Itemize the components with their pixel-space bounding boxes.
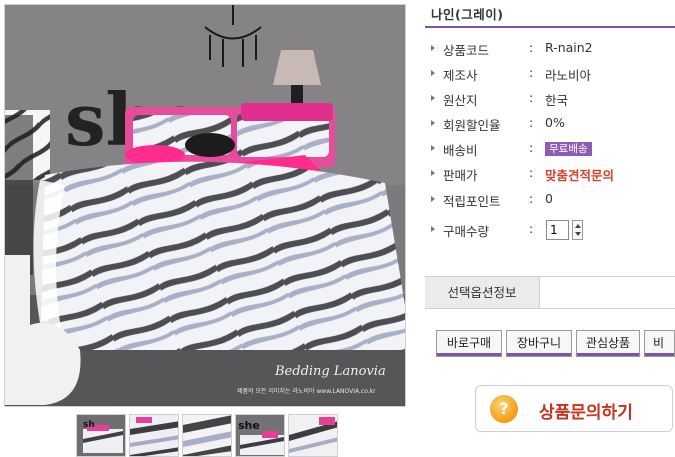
thumbnail-2[interactable] (129, 414, 179, 457)
bullet-icon (431, 196, 435, 202)
thumbnail-4[interactable]: she (235, 414, 285, 457)
info-row-product-code: 상품코드 : R-nain2 (431, 40, 675, 60)
info-value-member-discount: 0% (545, 115, 565, 130)
info-row-origin: 원산지 : 한국 (431, 90, 675, 110)
watermark-text: 제품의 모든 이미지는 라노비아 www.LANOVIA.co.kr (237, 387, 376, 395)
info-label: 구매수량 (443, 224, 490, 239)
thumbnail-5[interactable] (288, 414, 338, 457)
bullet-icon (431, 95, 435, 101)
info-colon: : (529, 191, 534, 206)
watermark-brand: Bedding Lanovia (274, 364, 386, 379)
svg-text:sh: sh (83, 420, 95, 430)
info-row-quantity: 구매수량 : 1 (431, 220, 675, 241)
wishlist-button[interactable]: 관심상품 (576, 330, 640, 357)
bullet-icon (431, 120, 435, 126)
free-shipping-badge: 무료배송 (545, 142, 592, 156)
arrow-down-icon[interactable] (575, 232, 581, 236)
info-value-manufacturer: 라노비아 (545, 68, 592, 83)
info-row-points: 적립포인트 : 0 (431, 191, 675, 211)
thumbnail-1[interactable]: sh (76, 414, 126, 457)
info-colon: : (529, 221, 534, 236)
info-value-origin: 한국 (545, 93, 569, 108)
product-inquiry-button[interactable]: ? 상품문의하기 (475, 385, 673, 432)
bullet-icon (431, 226, 435, 232)
shipping-value: 무료배송 (545, 140, 592, 156)
info-colon: : (529, 65, 534, 80)
thumbnail-3[interactable] (182, 414, 232, 457)
product-inquiry-label: 상품문의하기 (539, 403, 633, 423)
info-colon: : (529, 165, 534, 180)
quantity-stepper[interactable] (572, 220, 583, 240)
info-colon: : (529, 115, 534, 130)
info-label: 회원할인율 (443, 118, 501, 133)
buy-now-button[interactable]: 바로구매 (436, 330, 502, 357)
question-icon: ? (490, 395, 518, 423)
info-colon: : (529, 40, 534, 55)
info-label: 판매가 (443, 168, 478, 183)
add-to-cart-button[interactable]: 장바구니 (506, 330, 572, 357)
product-title: 나인(그레이) (431, 7, 504, 22)
info-row-price: 판매가 : 맞춤견적문의 (431, 165, 675, 185)
quantity-input[interactable]: 1 (546, 220, 569, 240)
info-colon: : (529, 140, 534, 155)
option-tabs: 선택옵션정보 (425, 276, 675, 309)
svg-text:she: she (238, 419, 260, 432)
info-colon: : (529, 90, 534, 105)
arrow-up-icon[interactable] (575, 224, 581, 228)
info-value-points: 0 (545, 191, 553, 206)
info-label: 원산지 (443, 93, 478, 108)
compare-button[interactable]: 비교 (644, 330, 675, 357)
info-label: 제조사 (443, 68, 478, 83)
product-main-image: she Bedding Lanovia 제품의 모든 이미지는 라노비아 www… (4, 4, 406, 407)
info-row-member-discount: 회원할인율 : 0% (431, 115, 675, 135)
bullet-icon (431, 170, 435, 176)
info-label: 상품코드 (443, 43, 490, 58)
info-row-shipping: 배송비 : 무료배송 (431, 140, 675, 160)
product-title-bar: 나인(그레이) (425, 0, 675, 28)
info-label: 배송비 (443, 143, 478, 158)
info-value-product-code: R-nain2 (545, 40, 593, 55)
bullet-icon (431, 70, 435, 76)
bullet-icon (431, 45, 435, 51)
info-label: 적립포인트 (443, 194, 501, 209)
bullet-icon (431, 145, 435, 151)
info-value-price: 맞춤견적문의 (545, 168, 615, 183)
info-row-manufacturer: 제조사 : 라노비아 (431, 65, 675, 85)
tab-selected-options[interactable]: 선택옵션정보 (425, 277, 540, 308)
